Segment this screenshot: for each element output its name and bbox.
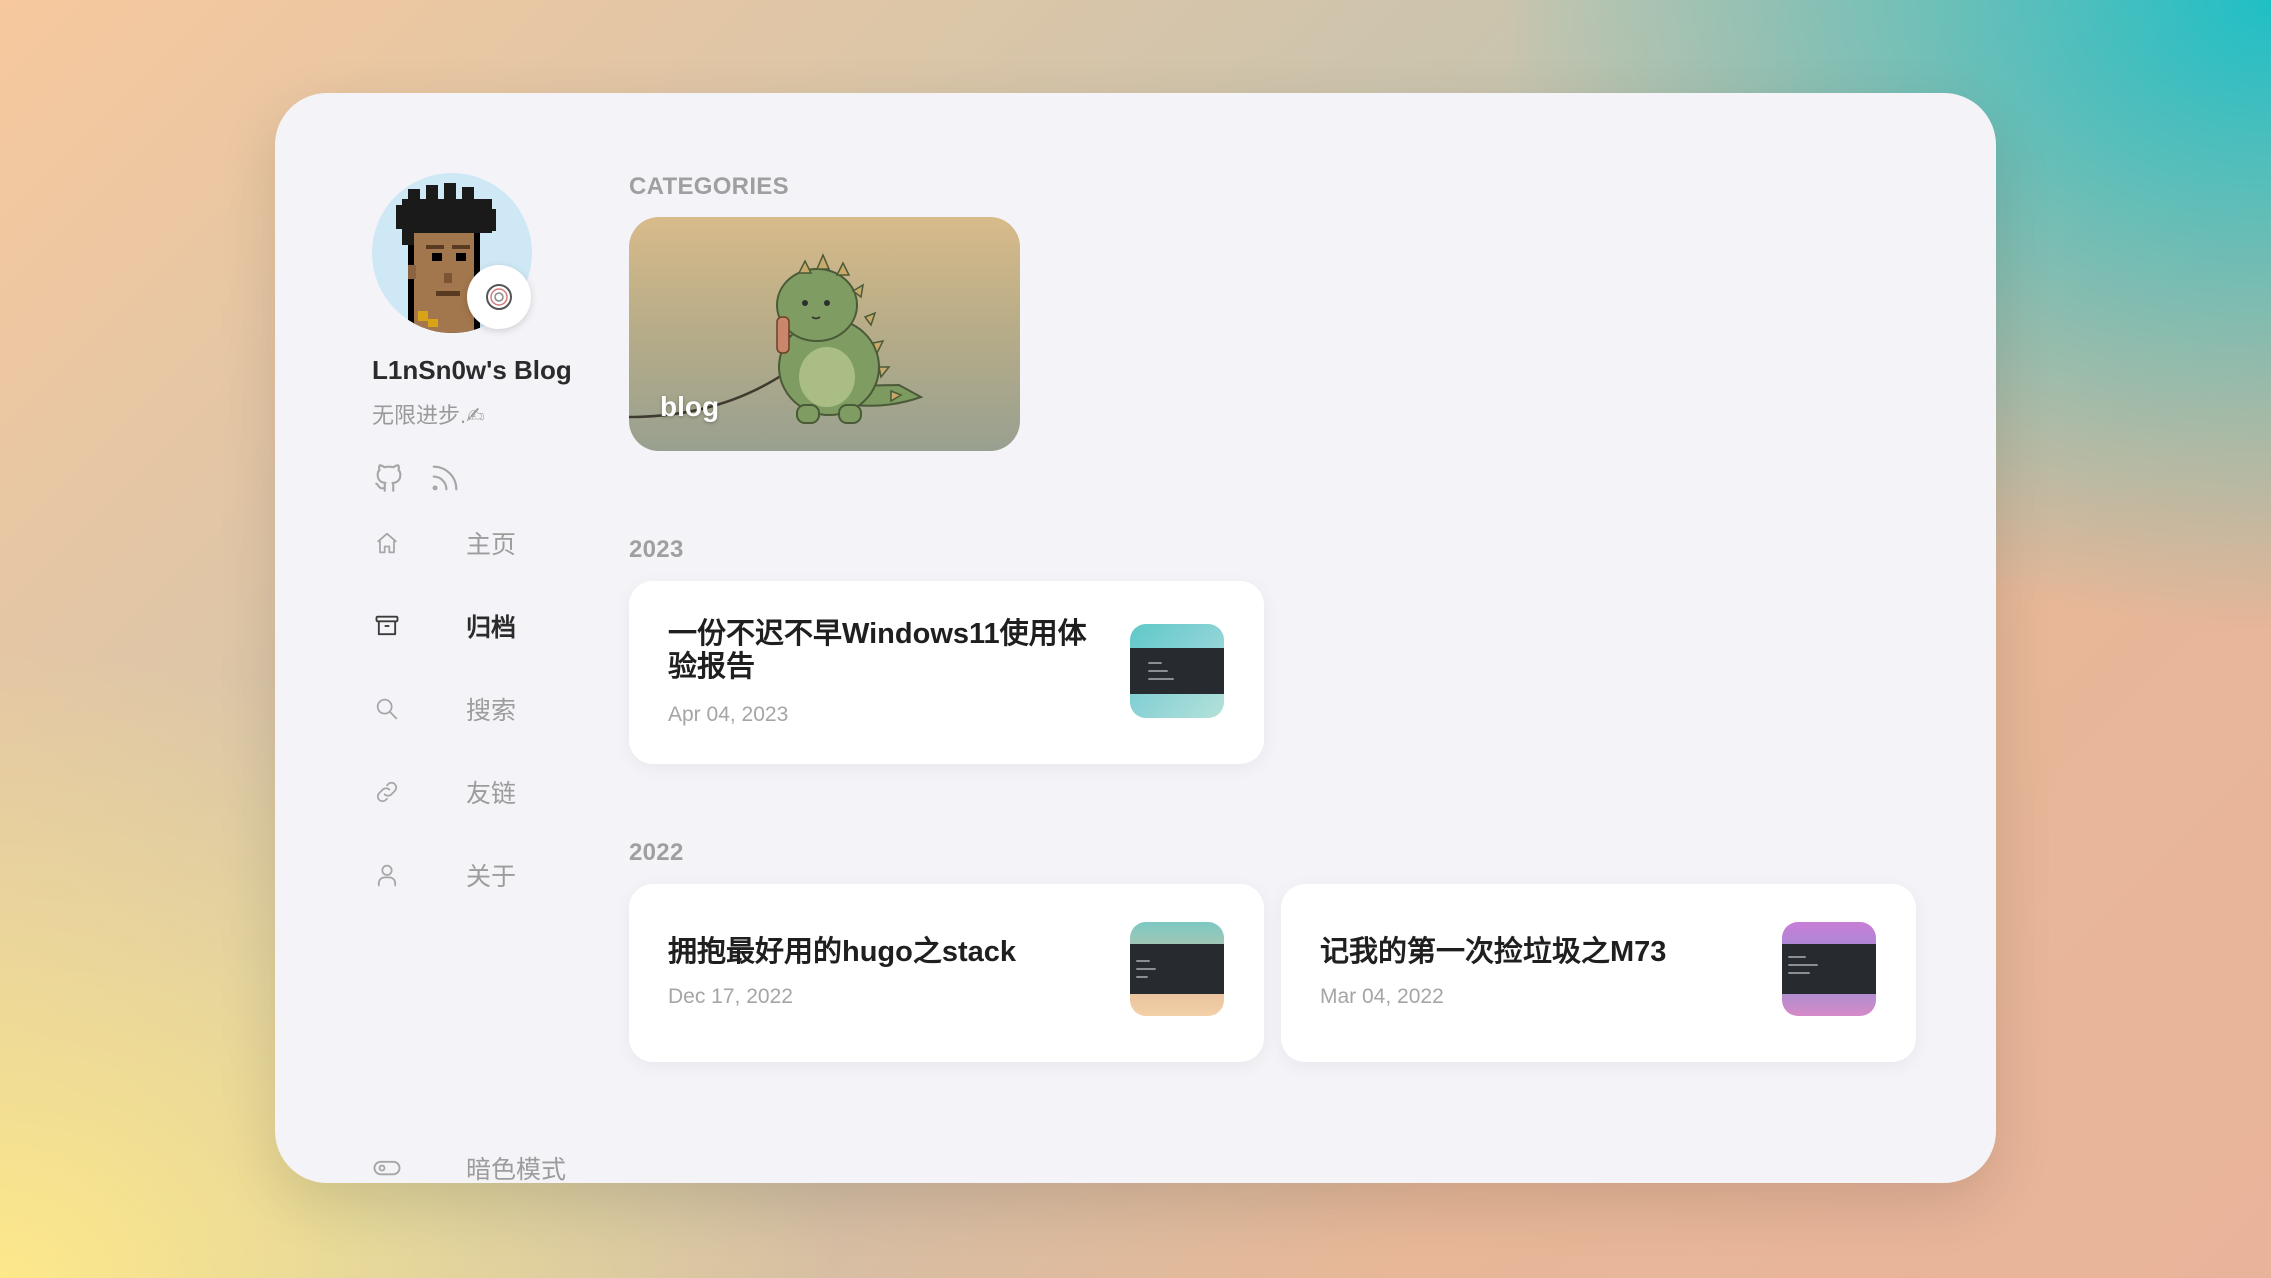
site-description: 无限进步.✍ <box>372 403 485 428</box>
spiral-icon <box>486 284 512 310</box>
post-title: 拥抱最好用的hugo之stack <box>668 936 1017 968</box>
post-date: Mar 04, 2022 <box>1320 985 1444 1008</box>
social-links <box>372 461 462 495</box>
year-heading-2023: 2023 <box>629 536 684 563</box>
rss-icon[interactable] <box>428 461 462 495</box>
link-icon <box>372 777 402 807</box>
blog-window: L1nSn0w's Blog 无限进步.✍ 主页 归档 搜索 友链 关于 暗色模… <box>275 93 1996 1184</box>
post-title: 一份不迟不早Windows11使用体验报告 <box>668 618 1087 683</box>
sidebar-item-home[interactable]: 主页 <box>372 523 592 563</box>
post-card[interactable]: 拥抱最好用的hugo之stack Dec 17, 2022 <box>629 884 1264 1062</box>
search-icon <box>372 694 402 724</box>
post-date: Apr 04, 2023 <box>668 703 789 726</box>
github-icon[interactable] <box>372 461 406 495</box>
sidebar-item-label: 主页 <box>466 531 517 559</box>
avatar-emoji-badge <box>467 265 531 329</box>
sidebar-item-about[interactable]: 关于 <box>372 855 592 895</box>
site-title[interactable]: L1nSn0w's Blog <box>372 355 572 386</box>
dark-mode-label: 暗色模式 <box>466 1156 567 1184</box>
sidebar-item-label: 搜索 <box>466 697 517 725</box>
sidebar-item-label: 归档 <box>466 614 517 642</box>
post-title: 记我的第一次捡垃圾之M73 <box>1320 936 1667 968</box>
post-card[interactable]: 一份不迟不早Windows11使用体验报告 Apr 04, 2023 <box>629 581 1264 764</box>
year-heading-2022: 2022 <box>629 839 684 866</box>
toggle-icon <box>372 1153 402 1183</box>
categories-heading: CATEGORIES <box>629 173 789 200</box>
sidebar-item-label: 关于 <box>466 863 517 891</box>
sidebar-item-links[interactable]: 友链 <box>372 772 592 812</box>
post-thumbnail <box>1130 624 1224 718</box>
home-icon <box>372 528 402 558</box>
post-card[interactable]: 记我的第一次捡垃圾之M73 Mar 04, 2022 <box>1281 884 1916 1062</box>
user-icon <box>372 860 402 890</box>
dark-mode-toggle[interactable]: 暗色模式 <box>372 1148 592 1188</box>
category-card-blog[interactable]: blog <box>629 217 1020 451</box>
category-label: blog <box>660 391 720 422</box>
archive-icon <box>372 611 402 641</box>
post-date: Dec 17, 2022 <box>668 985 793 1008</box>
sidebar-item-label: 友链 <box>466 780 517 808</box>
sidebar-item-search[interactable]: 搜索 <box>372 689 592 729</box>
sidebar-item-archive[interactable]: 归档 <box>372 606 592 646</box>
post-thumbnail <box>1782 922 1876 1016</box>
post-thumbnail <box>1130 922 1224 1016</box>
